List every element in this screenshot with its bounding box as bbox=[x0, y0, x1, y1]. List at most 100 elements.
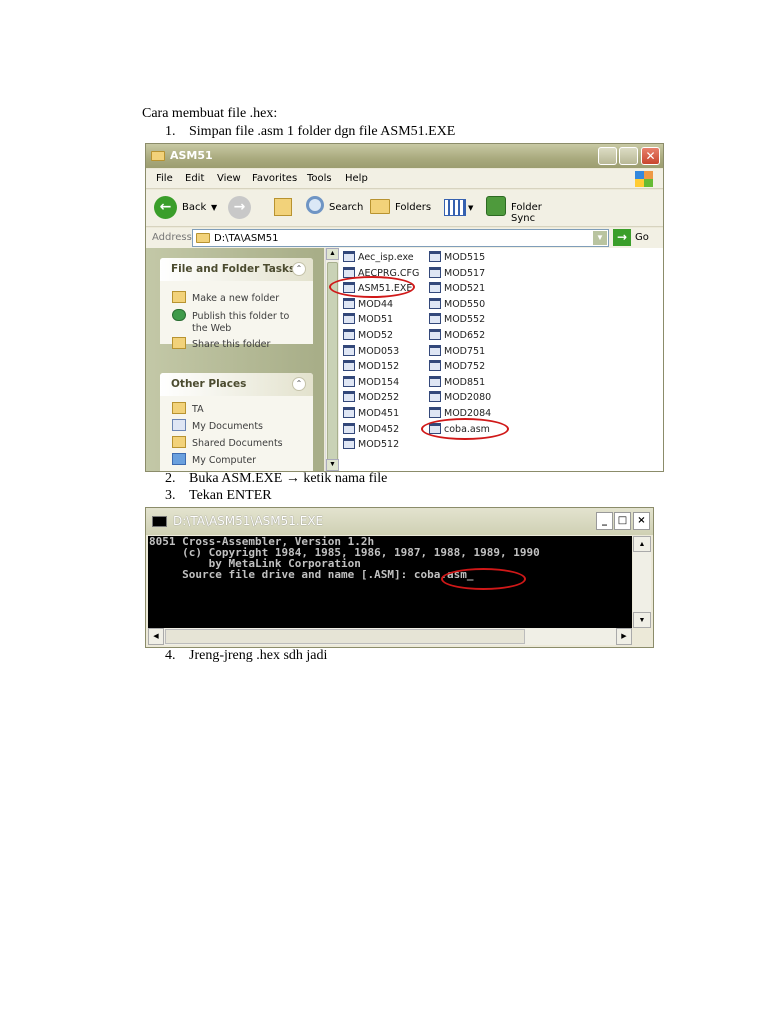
new-folder-icon bbox=[172, 291, 186, 303]
file-icon bbox=[429, 313, 441, 325]
file-item[interactable]: MOD552 bbox=[429, 313, 485, 325]
maximize-button[interactable] bbox=[619, 147, 638, 165]
file-item[interactable]: Aec_isp.exe bbox=[343, 251, 414, 263]
file-item[interactable]: MOD52 bbox=[343, 329, 393, 341]
file-name: MOD252 bbox=[358, 392, 400, 404]
console-line: Source file drive and name [.ASM]: bbox=[149, 568, 414, 581]
file-icon bbox=[343, 360, 355, 372]
menu-view[interactable]: View bbox=[217, 173, 241, 184]
task-make-folder[interactable]: Make a new folder bbox=[172, 291, 279, 305]
file-icon bbox=[429, 282, 441, 294]
file-item[interactable]: MOD451 bbox=[343, 407, 399, 419]
file-icon bbox=[429, 297, 441, 309]
file-icon bbox=[343, 266, 355, 278]
file-item[interactable]: MOD252 bbox=[343, 391, 399, 403]
menu-favorites[interactable]: Favorites bbox=[252, 173, 297, 184]
address-bar: Address D:\TA\ASM51 ▼ → Go bbox=[146, 228, 663, 248]
file-icon bbox=[343, 391, 355, 403]
windows-logo-icon bbox=[635, 171, 653, 187]
scroll-down-icon[interactable]: ▼ bbox=[633, 612, 651, 628]
file-icon bbox=[343, 375, 355, 387]
scroll-up-icon[interactable]: ▲ bbox=[326, 248, 339, 260]
computer-icon bbox=[172, 453, 186, 465]
maximize-button[interactable]: □ bbox=[614, 512, 631, 530]
place-ta[interactable]: TA bbox=[172, 402, 204, 416]
file-name: MOD52 bbox=[358, 330, 394, 341]
file-item[interactable]: MOD851 bbox=[429, 375, 485, 388]
file-name: MOD521 bbox=[444, 283, 486, 295]
file-item[interactable]: MOD154 bbox=[343, 375, 400, 388]
menu-help[interactable]: Help bbox=[345, 173, 368, 184]
file-item[interactable]: MOD512 bbox=[343, 438, 399, 450]
file-name: MOD512 bbox=[358, 439, 400, 451]
vertical-scrollbar[interactable]: ▲ ▼ bbox=[633, 536, 651, 628]
file-name: MOD550 bbox=[444, 298, 486, 310]
minimize-button[interactable]: _ bbox=[596, 512, 613, 530]
title-bar: ASM51 ✕ bbox=[146, 144, 663, 168]
file-item[interactable]: MOD550 bbox=[429, 297, 486, 310]
file-item[interactable]: MOD452 bbox=[343, 422, 399, 435]
close-button[interactable]: × bbox=[633, 512, 650, 530]
step-text: Buka ASM.EXE → ketik nama file bbox=[189, 471, 388, 486]
file-icon bbox=[429, 407, 441, 418]
panel-title: Other Places bbox=[171, 378, 247, 390]
forward-button[interactable]: → bbox=[228, 196, 251, 219]
file-icon bbox=[429, 360, 441, 372]
step-number: 4. bbox=[165, 648, 176, 663]
globe-icon bbox=[172, 309, 186, 321]
step-text: Jreng-jreng .hex sdh jadi bbox=[189, 648, 328, 663]
file-item[interactable]: MOD44 bbox=[343, 297, 394, 310]
place-my-computer[interactable]: My Computer bbox=[172, 453, 256, 467]
scroll-right-icon[interactable]: ▶ bbox=[616, 628, 632, 645]
file-name: MOD44 bbox=[358, 298, 394, 310]
collapse-icon[interactable]: ⌃ bbox=[292, 262, 306, 276]
collapse-icon[interactable]: ⌃ bbox=[292, 377, 306, 391]
task-share-folder[interactable]: Share this folder bbox=[172, 337, 270, 351]
file-name: MOD751 bbox=[444, 345, 486, 357]
file-name: MOD053 bbox=[358, 345, 400, 357]
step-number: 1. bbox=[165, 124, 176, 139]
scroll-up-icon[interactable]: ▲ bbox=[633, 536, 651, 552]
file-item[interactable]: MOD2080 bbox=[429, 391, 491, 403]
address-dropdown-icon[interactable]: ▼ bbox=[593, 231, 607, 245]
file-item[interactable]: MOD521 bbox=[429, 282, 485, 294]
minimize-button[interactable] bbox=[598, 147, 617, 165]
menu-file[interactable]: File bbox=[156, 173, 173, 184]
views-dropdown-icon[interactable]: ▼ bbox=[468, 204, 473, 212]
console-output: 8051 Cross-Assembler, Version 1.2h (c) C… bbox=[148, 536, 632, 628]
back-arrow-icon: ← bbox=[154, 196, 177, 219]
address-label: Address bbox=[152, 232, 192, 243]
scroll-thumb[interactable] bbox=[165, 629, 525, 644]
console-icon bbox=[152, 516, 167, 527]
address-input[interactable]: D:\TA\ASM51 ▼ bbox=[192, 229, 609, 247]
horizontal-scrollbar[interactable]: ◀ ▶ bbox=[148, 628, 632, 645]
file-icon bbox=[343, 407, 355, 418]
file-folder-tasks-panel: File and Folder Tasks ⌃ Make a new folder… bbox=[160, 258, 313, 350]
file-item[interactable]: MOD51 bbox=[343, 313, 393, 325]
file-item[interactable]: MOD752 bbox=[429, 360, 485, 372]
up-folder-icon[interactable] bbox=[274, 198, 292, 216]
place-shared-documents[interactable]: Shared Documents bbox=[172, 436, 283, 450]
scroll-down-icon[interactable]: ▼ bbox=[326, 459, 339, 471]
file-item[interactable]: MOD515 bbox=[429, 251, 485, 263]
folders-icon bbox=[370, 199, 390, 214]
file-item[interactable]: MOD751 bbox=[429, 344, 486, 357]
file-name: MOD154 bbox=[358, 376, 400, 388]
folder-icon bbox=[196, 233, 210, 243]
task-publish-folder[interactable]: Publish this folder to the Web bbox=[172, 309, 289, 335]
back-dropdown-icon[interactable]: ▼ bbox=[211, 203, 217, 212]
file-icon bbox=[429, 391, 441, 403]
file-item[interactable]: MOD652 bbox=[429, 329, 485, 341]
title-bar: D:\TA\ASM51\ASM51.EXE _ □ × bbox=[146, 508, 653, 535]
step-text: Simpan file .asm 1 folder dgn file ASM51… bbox=[189, 124, 456, 139]
place-my-documents[interactable]: My Documents bbox=[172, 419, 263, 433]
file-name: MOD517 bbox=[444, 267, 486, 279]
menu-edit[interactable]: Edit bbox=[185, 173, 204, 184]
close-button[interactable]: ✕ bbox=[641, 147, 660, 165]
file-item[interactable]: MOD053 bbox=[343, 344, 400, 357]
scroll-left-icon[interactable]: ◀ bbox=[148, 628, 164, 645]
file-item[interactable]: MOD517 bbox=[429, 266, 486, 279]
file-item[interactable]: MOD152 bbox=[343, 360, 399, 372]
menu-tools[interactable]: Tools bbox=[307, 173, 332, 184]
views-icon[interactable] bbox=[444, 199, 466, 216]
